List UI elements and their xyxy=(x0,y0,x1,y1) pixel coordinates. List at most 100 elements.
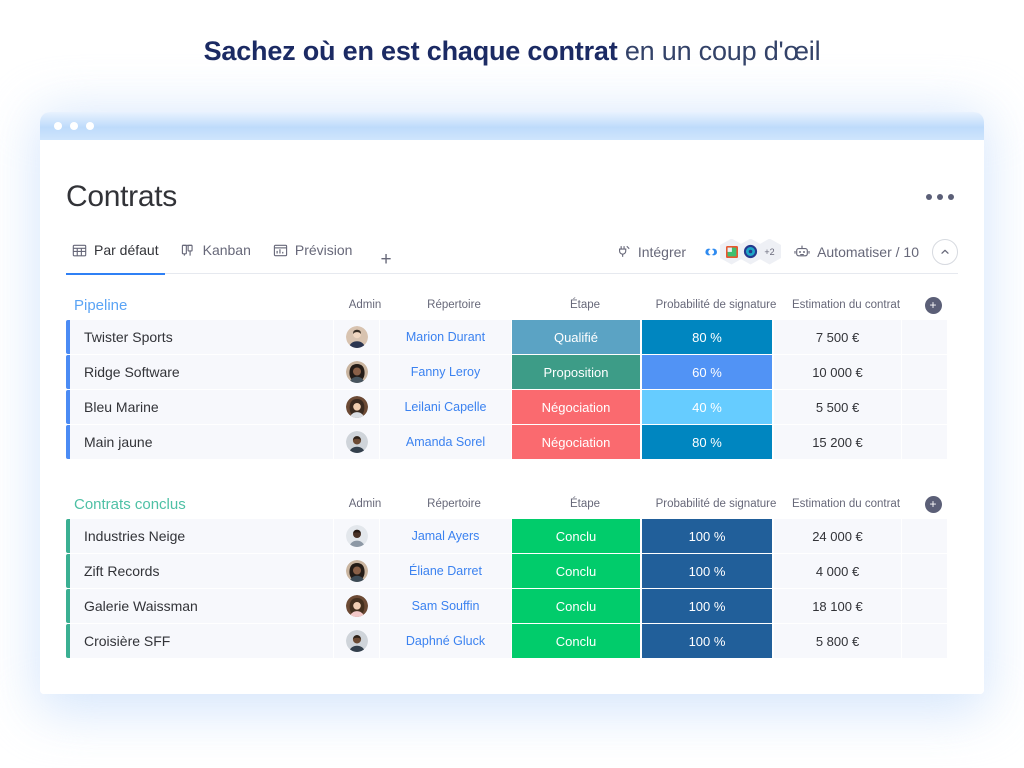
row-admin[interactable] xyxy=(334,355,380,389)
group-header: Pipeline Admin Répertoire Étape Probabil… xyxy=(66,290,958,320)
row-estimation[interactable]: 10 000 € xyxy=(774,355,902,389)
column-header-admin[interactable]: Admin xyxy=(342,498,388,510)
board-title-row: Contrats xyxy=(66,140,958,214)
add-view-button[interactable]: + xyxy=(368,249,403,274)
row-name[interactable]: Bleu Marine xyxy=(70,390,334,424)
tab-kanban[interactable]: Kanban xyxy=(175,236,265,274)
tab-label: Prévision xyxy=(294,242,353,258)
row-name[interactable]: Twister Sports xyxy=(70,320,334,354)
column-header-estimation[interactable]: Estimation du contrat xyxy=(782,498,910,510)
window-dot-minimize[interactable] xyxy=(70,122,78,130)
row-estimation[interactable]: 5 500 € xyxy=(774,390,902,424)
automate-button[interactable]: Automatiser / 10 xyxy=(794,244,919,260)
row-tail xyxy=(902,390,948,424)
column-header-repertoire[interactable]: Répertoire xyxy=(388,299,520,311)
row-probabilite[interactable]: 100 % xyxy=(642,554,774,588)
row-estimation[interactable]: 18 100 € xyxy=(774,589,902,623)
add-column-button[interactable]: + xyxy=(910,296,956,314)
table-row[interactable]: Bleu Marine Leilani Capelle Négociation … xyxy=(66,390,958,424)
table-row[interactable]: Ridge Software Fanny Leroy Proposition 6… xyxy=(66,355,958,389)
row-name[interactable]: Galerie Waissman xyxy=(70,589,334,623)
row-repertoire[interactable]: Amanda Sorel xyxy=(380,425,512,459)
row-name[interactable]: Zift Records xyxy=(70,554,334,588)
column-header-probabilite[interactable]: Probabilité de signature xyxy=(650,498,782,510)
tab-label: Kanban xyxy=(202,242,251,258)
board-toolbar-right: Intégrer +2 Automatiser / 10 xyxy=(616,238,958,271)
row-name[interactable]: Industries Neige xyxy=(70,519,334,553)
row-probabilite[interactable]: 80 % xyxy=(642,425,774,459)
row-repertoire[interactable]: Fanny Leroy xyxy=(380,355,512,389)
row-etape[interactable]: Négociation xyxy=(512,425,642,459)
avatar xyxy=(345,326,368,348)
avatar xyxy=(345,560,368,582)
column-header-estimation[interactable]: Estimation du contrat xyxy=(782,299,910,311)
row-estimation[interactable]: 7 500 € xyxy=(774,320,902,354)
group-title[interactable]: Pipeline xyxy=(74,297,342,314)
row-etape[interactable]: Conclu xyxy=(512,589,642,623)
window-dot-maximize[interactable] xyxy=(86,122,94,130)
integration-badges[interactable]: +2 xyxy=(701,238,782,265)
row-probabilite[interactable]: 60 % xyxy=(642,355,774,389)
row-repertoire[interactable]: Daphné Gluck xyxy=(380,624,512,658)
group-title[interactable]: Contrats conclus xyxy=(74,496,342,513)
row-admin[interactable] xyxy=(334,390,380,424)
row-etape[interactable]: Proposition xyxy=(512,355,642,389)
table-row[interactable]: Twister Sports Marion Durant Qualifié 80… xyxy=(66,320,958,354)
window-dot-close[interactable] xyxy=(54,122,62,130)
column-header-probabilite[interactable]: Probabilité de signature xyxy=(650,299,782,311)
row-name[interactable]: Ridge Software xyxy=(70,355,334,389)
table-row[interactable]: Industries Neige Jamal Ayers Conclu 100 … xyxy=(66,519,958,553)
row-repertoire[interactable]: Jamal Ayers xyxy=(380,519,512,553)
row-estimation[interactable]: 5 800 € xyxy=(774,624,902,658)
table-row[interactable]: Croisière SFF Daphné Gluck Conclu 100 % … xyxy=(66,624,958,658)
row-name[interactable]: Croisière SFF xyxy=(70,624,334,658)
collapse-toolbar-button[interactable] xyxy=(932,238,958,265)
row-etape[interactable]: Conclu xyxy=(512,624,642,658)
kebab-dot-icon xyxy=(948,194,954,200)
add-column-button[interactable]: + xyxy=(910,495,956,513)
row-repertoire[interactable]: Sam Souffin xyxy=(380,589,512,623)
row-estimation[interactable]: 4 000 € xyxy=(774,554,902,588)
row-etape[interactable]: Négociation xyxy=(512,390,642,424)
tab-prevision[interactable]: Prévision xyxy=(267,236,367,274)
row-probabilite[interactable]: 100 % xyxy=(642,519,774,553)
row-etape[interactable]: Conclu xyxy=(512,554,642,588)
row-estimation[interactable]: 15 200 € xyxy=(774,425,902,459)
avatar xyxy=(345,525,368,547)
row-probabilite[interactable]: 80 % xyxy=(642,320,774,354)
row-etape[interactable]: Conclu xyxy=(512,519,642,553)
table-grid-icon xyxy=(72,243,87,258)
table-row[interactable]: Zift Records Éliane Darret Conclu 100 % … xyxy=(66,554,958,588)
tab-label: Par défaut xyxy=(94,242,159,258)
row-repertoire[interactable]: Éliane Darret xyxy=(380,554,512,588)
row-admin[interactable] xyxy=(334,320,380,354)
integration-overflow-badge[interactable]: +2 xyxy=(758,238,782,265)
row-probabilite[interactable]: 100 % xyxy=(642,589,774,623)
row-admin[interactable] xyxy=(334,589,380,623)
board-content: Contrats Par défaut Kanban Prévision + I… xyxy=(40,140,984,694)
tab-par-defaut[interactable]: Par défaut xyxy=(66,236,173,275)
row-admin[interactable] xyxy=(334,425,380,459)
row-probabilite[interactable]: 100 % xyxy=(642,624,774,658)
plug-icon xyxy=(616,244,631,259)
column-header-admin[interactable]: Admin xyxy=(342,299,388,311)
row-probabilite[interactable]: 40 % xyxy=(642,390,774,424)
board-more-menu-button[interactable] xyxy=(922,188,958,206)
column-header-repertoire[interactable]: Répertoire xyxy=(388,498,520,510)
column-header-etape[interactable]: Étape xyxy=(520,299,650,311)
table-row[interactable]: Galerie Waissman Sam Souffin Conclu 100 … xyxy=(66,589,958,623)
row-repertoire[interactable]: Marion Durant xyxy=(380,320,512,354)
row-name[interactable]: Main jaune xyxy=(70,425,334,459)
row-repertoire[interactable]: Leilani Capelle xyxy=(380,390,512,424)
avatar xyxy=(345,630,368,652)
row-etape[interactable]: Qualifié xyxy=(512,320,642,354)
column-header-etape[interactable]: Étape xyxy=(520,498,650,510)
row-admin[interactable] xyxy=(334,624,380,658)
page-headline: Sachez où en est chaque contrat en un co… xyxy=(0,36,1024,67)
plus-icon: + xyxy=(924,495,942,513)
integrate-button[interactable]: Intégrer xyxy=(616,244,686,260)
table-row[interactable]: Main jaune Amanda Sorel Négociation 80 %… xyxy=(66,425,958,459)
row-admin[interactable] xyxy=(334,519,380,553)
row-estimation[interactable]: 24 000 € xyxy=(774,519,902,553)
row-admin[interactable] xyxy=(334,554,380,588)
